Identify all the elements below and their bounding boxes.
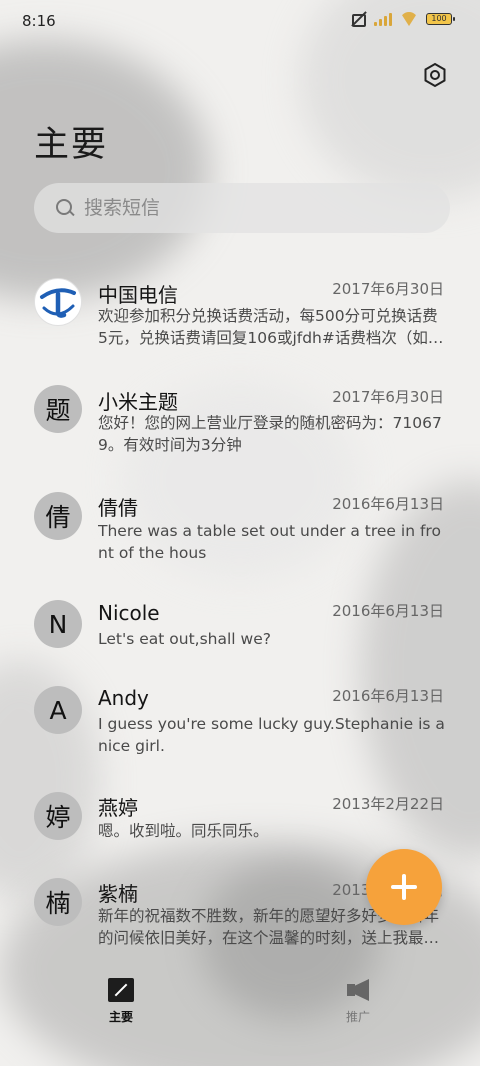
- message-date: 2016年6月13日: [332, 495, 444, 513]
- conversation-item[interactable]: 倩 倩倩 2016年6月13日 There was a table set ou…: [0, 486, 480, 576]
- contact-name: Andy: [98, 686, 149, 710]
- contact-name: Nicole: [98, 601, 160, 625]
- contact-name: 中国电信: [98, 283, 178, 307]
- tab-main[interactable]: 主要: [81, 978, 161, 1030]
- page-title: 主要: [34, 125, 109, 165]
- avatar: 婷: [34, 792, 82, 840]
- megaphone-icon: [345, 978, 371, 1002]
- status-bar: 8:16 100: [0, 0, 480, 44]
- conversation-item[interactable]: 婷 燕婷 2013年2月22日 嗯。收到啦。同乐同乐。: [0, 786, 480, 856]
- wifi-icon: [400, 12, 418, 26]
- tab-main-label: 主要: [108, 1010, 133, 1024]
- message-date: 2017年6月30日: [332, 280, 444, 298]
- avatar: 楠: [34, 878, 82, 926]
- telecom-logo-icon: [37, 281, 79, 323]
- battery-icon: 100: [426, 13, 455, 25]
- contact-name: 小米主题: [98, 390, 178, 414]
- message-date: 2016年6月13日: [332, 687, 444, 705]
- contact-name: 倩倩: [98, 496, 138, 520]
- conversation-item[interactable]: 题 小米主题 2017年6月30日 您好！您的网上营业厅登录的随机密码为：710…: [0, 380, 480, 470]
- avatar: [34, 278, 82, 326]
- mute-icon: [350, 12, 366, 27]
- avatar: A: [34, 686, 82, 734]
- avatar: 倩: [34, 492, 82, 540]
- message-preview: I guess you're some lucky guy.Stephanie …: [98, 715, 445, 755]
- search-input[interactable]: [84, 197, 404, 219]
- conversation-item[interactable]: 中国电信 2017年6月30日 欢迎参加积分兑换话费活动，每500分可兑换话费5…: [0, 270, 480, 360]
- signal-icon: [374, 12, 392, 26]
- message-date: 2016年6月13日: [332, 602, 444, 620]
- message-date: 2013年2月22日: [332, 795, 444, 813]
- message-preview: Let's eat out,shall we?: [98, 630, 271, 648]
- settings-icon: [424, 62, 446, 88]
- tab-promotions[interactable]: 推广: [318, 978, 398, 1030]
- search-bar[interactable]: [34, 183, 450, 233]
- compose-button[interactable]: [366, 849, 442, 925]
- contact-name: 燕婷: [98, 796, 138, 820]
- message-date: 2017年6月30日: [332, 388, 444, 406]
- message-preview: 欢迎参加积分兑换话费活动，每500分可兑换话费5元，兑换话费请回复106或jfd…: [98, 307, 444, 347]
- tab-promotions-label: 推广: [345, 1010, 370, 1024]
- status-time: 8:16: [22, 12, 56, 30]
- conversation-item[interactable]: N Nicole 2016年6月13日 Let's eat out,shall …: [0, 594, 480, 664]
- search-icon: [50, 193, 80, 223]
- message-preview: 嗯。收到啦。同乐同乐。: [98, 822, 269, 840]
- message-preview: 您好！您的网上营业厅登录的随机密码为：710679。有效时间为3分钟: [98, 414, 442, 454]
- avatar: 题: [34, 385, 82, 433]
- message-preview: There was a table set out under a tree i…: [98, 522, 441, 562]
- contact-name: 紫楠: [98, 882, 138, 906]
- conversation-item[interactable]: A Andy 2016年6月13日 I guess you're some lu…: [0, 678, 480, 768]
- settings-button[interactable]: [418, 58, 452, 92]
- avatar: N: [34, 600, 82, 648]
- note-icon: [108, 978, 134, 1002]
